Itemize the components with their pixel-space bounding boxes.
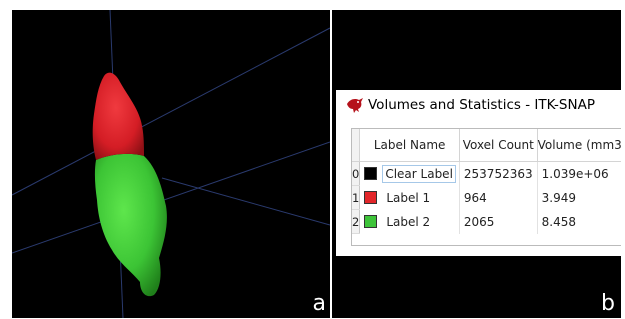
label-name-cell[interactable]: Label 1 <box>359 185 460 210</box>
label-name: Label 1 <box>386 190 431 205</box>
row-header[interactable]: 2 <box>352 209 361 234</box>
table-header-row: Label Name Voxel Count Volume (mm3) <box>352 129 621 162</box>
statistics-panel: Volumes and Statistics - ITK-SNAP Label … <box>332 10 621 318</box>
label-name: Clear Label <box>382 164 456 183</box>
statistics-table-frame: Label Name Voxel Count Volume (mm3) 0 Cl… <box>351 128 621 246</box>
column-header-label-name[interactable]: Label Name <box>359 129 460 162</box>
segmentation-render <box>12 10 330 318</box>
table-row[interactable]: 2 Label 2 2065 8.458 <box>352 209 621 234</box>
corner-header[interactable] <box>352 129 361 162</box>
row-header[interactable]: 1 <box>352 185 361 210</box>
label-name-cell[interactable]: Label 2 <box>359 209 460 234</box>
volume-cell[interactable]: 1.039e+06 <box>537 161 621 186</box>
dialog-title: Volumes and Statistics - ITK-SNAP <box>368 96 595 113</box>
table-row[interactable]: 0 Clear Label 253752363 1.039e+06 <box>352 161 621 186</box>
axis-line-diagonal <box>12 27 330 196</box>
label-2-region <box>94 153 167 297</box>
volume-cell[interactable]: 3.949 <box>537 185 621 210</box>
column-header-voxel-count[interactable]: Voxel Count <box>459 129 538 162</box>
render-view-3d[interactable]: a <box>12 10 330 318</box>
statistics-table: Label Name Voxel Count Volume (mm3) 0 Cl… <box>352 129 621 234</box>
row-header[interactable]: 0 <box>352 161 361 186</box>
label-name-cell[interactable]: Clear Label <box>359 161 460 186</box>
axis-line-diagonal-2 <box>12 141 330 254</box>
column-header-volume[interactable]: Volume (mm3) <box>537 129 621 162</box>
table-row[interactable]: 1 Label 1 964 3.949 <box>352 185 621 210</box>
color-swatch <box>364 167 378 181</box>
volume-cell[interactable]: 8.458 <box>537 209 621 234</box>
voxel-count-cell[interactable]: 2065 <box>459 209 538 234</box>
volumes-statistics-dialog: Volumes and Statistics - ITK-SNAP Label … <box>336 90 621 256</box>
label-1-region <box>92 72 144 160</box>
axis-line-right <box>161 177 330 226</box>
dialog-titlebar: Volumes and Statistics - ITK-SNAP <box>336 90 621 119</box>
itksnap-logo-icon <box>347 97 363 113</box>
color-swatch <box>364 191 378 204</box>
panel-label-a: a <box>312 291 326 316</box>
voxel-count-cell[interactable]: 253752363 <box>459 161 538 186</box>
voxel-count-cell[interactable]: 964 <box>459 185 538 210</box>
panel-label-b: b <box>601 291 615 316</box>
color-swatch <box>364 215 378 228</box>
label-name: Label 2 <box>386 214 431 229</box>
